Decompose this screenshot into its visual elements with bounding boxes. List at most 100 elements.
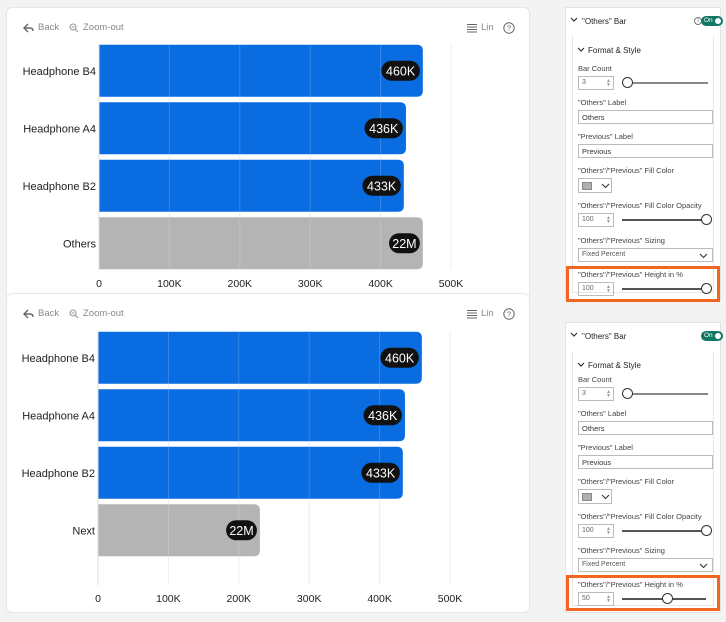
others-bar-toggle[interactable]: On [701, 16, 723, 26]
screenshot-root: Back Zoom-out Lin ? Headphone B4 460K Head… [0, 0, 726, 622]
category-label: Headphone B2 [22, 468, 95, 480]
others-bar-toggle[interactable]: On [701, 331, 723, 341]
category-label: Others [63, 238, 97, 250]
fill-opacity-label: "Others"/"Previous" Fill Color Opacity [578, 512, 702, 521]
data-label: 436K [368, 409, 398, 423]
section-title: Format & Style [588, 46, 641, 55]
x-tick-label: 300K [297, 593, 322, 605]
sizing-select[interactable]: Fixed Percent [578, 248, 713, 262]
bar-chart-1: Headphone B4 460K Headphone A4 436K Headphon… [23, 44, 464, 290]
bar [99, 102, 406, 155]
data-label: 460K [385, 351, 415, 365]
toggle-label: On [704, 332, 713, 339]
x-tick-label: 0 [95, 593, 101, 605]
data-label: 22M [229, 524, 253, 538]
bar-count-value: 3 [582, 79, 586, 86]
others-label-input[interactable]: Others [578, 421, 713, 435]
category-label: Headphone B4 [23, 66, 96, 78]
x-tick-label: 400K [368, 278, 393, 290]
bar-count-input[interactable]: 3 ▲ ▼ [578, 76, 614, 90]
bar-count-input[interactable]: 3 ▲ ▼ [578, 387, 614, 401]
bar [98, 389, 405, 442]
bar [99, 159, 404, 212]
previous-label-input[interactable]: Previous [578, 144, 713, 158]
chevron-down-icon [577, 362, 585, 367]
bar-count-slider-thumb[interactable] [622, 388, 633, 399]
bar-count-label: Bar Count [578, 375, 612, 384]
chevron-down-icon [699, 253, 708, 259]
format-style-section: Format & Style Bar Count 3 ▲ ▼ "Others" La… [572, 36, 714, 296]
category-label: Headphone A4 [22, 410, 95, 422]
category-label: Headphone B2 [23, 181, 96, 193]
fill-opacity-input[interactable]: 100 ▲ ▼ [578, 524, 614, 538]
data-label: 22M [392, 237, 416, 251]
format-style-header[interactable]: Format & Style [577, 46, 641, 55]
chart-card-2: Back Zoom-out Lin ? Headphone B4 460K Head… [6, 293, 530, 613]
sizing-value: Fixed Percent [582, 561, 626, 568]
height-setting-highlight [566, 266, 720, 302]
sizing-select[interactable]: Fixed Percent [578, 558, 713, 572]
bar [98, 331, 422, 384]
chevron-down-icon [601, 183, 610, 189]
category-label: Next [72, 525, 95, 537]
bar-count-value: 3 [582, 390, 586, 397]
spinner-icon[interactable]: ▲ ▼ [606, 527, 611, 536]
data-label: 433K [367, 179, 397, 193]
data-label: 460K [386, 64, 416, 78]
others-label-input[interactable]: Others [578, 110, 713, 124]
format-style-header[interactable]: Format & Style [577, 361, 641, 370]
chevron-down-icon [570, 332, 578, 337]
others-label-label: "Others" Label [578, 98, 627, 107]
bar-count-slider-thumb[interactable] [622, 77, 633, 88]
x-tick-label: 200K [228, 278, 253, 290]
color-swatch [582, 493, 592, 501]
chevron-down-icon [570, 17, 578, 22]
bar [99, 217, 423, 270]
x-tick-label: 400K [367, 593, 392, 605]
bar-count-slider-track[interactable] [622, 82, 708, 84]
x-tick-label: 500K [439, 278, 464, 290]
bar [99, 44, 423, 97]
fill-opacity-slider-track[interactable] [622, 530, 706, 532]
fill-opacity-label: "Others"/"Previous" Fill Color Opacity [578, 201, 702, 210]
fill-opacity-slider-thumb[interactable] [701, 525, 712, 536]
spinner-icon[interactable]: ▲ ▼ [606, 390, 611, 399]
data-label: 436K [369, 122, 399, 136]
spinner-icon[interactable]: ▲ ▼ [606, 216, 611, 225]
others-label-label: "Others" Label [578, 409, 627, 418]
x-tick-label: 100K [157, 278, 182, 290]
fill-opacity-value: 100 [582, 216, 594, 223]
toggle-label: On [704, 17, 713, 24]
section-title: Format & Style [588, 361, 641, 370]
panel-title: "Others" Bar [582, 332, 627, 341]
spinner-icon[interactable]: ▲ ▼ [606, 79, 611, 88]
bar-count-label: Bar Count [578, 64, 612, 73]
sizing-value: Fixed Percent [582, 251, 626, 258]
x-tick-label: 100K [156, 593, 181, 605]
fill-opacity-slider-thumb[interactable] [701, 214, 712, 225]
fill-opacity-value: 100 [582, 527, 594, 534]
category-label: Headphone A4 [23, 123, 96, 135]
color-swatch [582, 182, 592, 190]
data-label: 433K [366, 466, 396, 480]
fill-color-picker[interactable] [578, 489, 612, 504]
chart-card-1: Back Zoom-out Lin ? Headphone B4 460K Head… [6, 7, 530, 300]
previous-label-input[interactable]: Previous [578, 455, 713, 469]
chevron-down-icon [577, 47, 585, 52]
x-tick-label: 500K [438, 593, 463, 605]
fill-opacity-slider-track[interactable] [622, 219, 706, 221]
sizing-label: "Others"/"Previous" Sizing [578, 236, 665, 245]
category-label: Headphone B4 [22, 353, 95, 365]
toggle-knob [715, 333, 721, 339]
sizing-label: "Others"/"Previous" Sizing [578, 546, 665, 555]
others-bar-header[interactable]: "Others" Bar i On [570, 16, 723, 30]
fill-color-label: "Others"/"Previous" Fill Color [578, 477, 675, 486]
others-bar-header[interactable]: "Others" Bar On [570, 331, 723, 345]
fill-color-picker[interactable] [578, 178, 612, 193]
fill-opacity-input[interactable]: 100 ▲ ▼ [578, 213, 614, 227]
previous-label-label: "Previous" Label [578, 132, 633, 141]
height-setting-highlight [566, 575, 720, 611]
bar-count-slider-track[interactable] [622, 393, 708, 395]
fill-color-label: "Others"/"Previous" Fill Color [578, 166, 675, 175]
format-style-section: Format & Style Bar Count 3 ▲ ▼ "Others" La… [572, 351, 714, 606]
